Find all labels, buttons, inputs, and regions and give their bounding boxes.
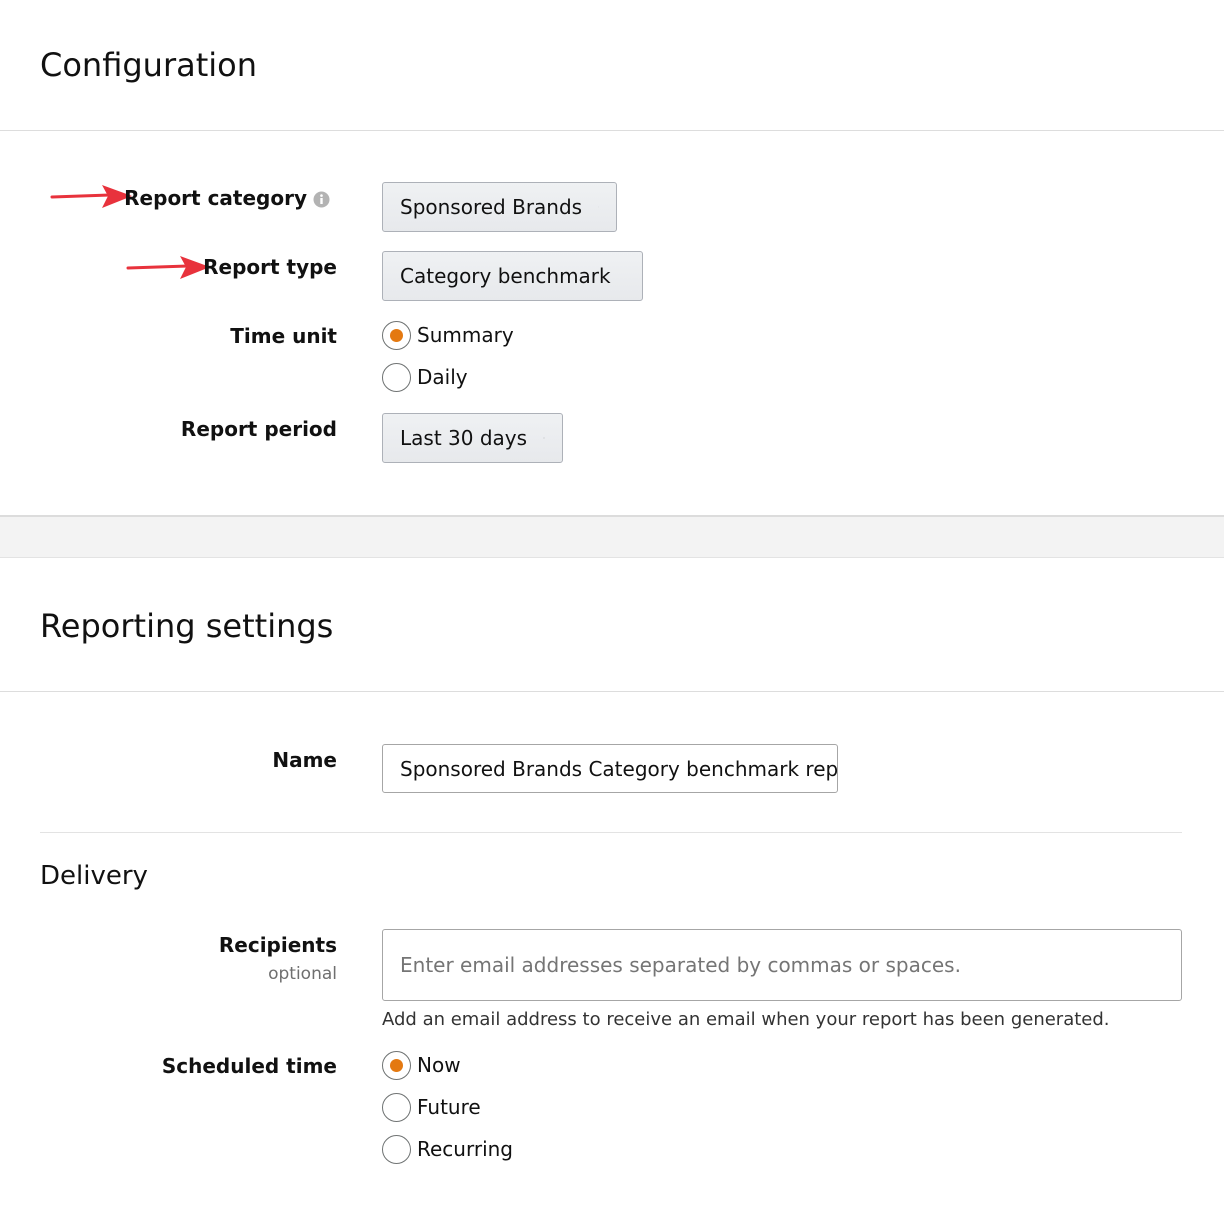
info-icon[interactable] [313,191,330,208]
report-period-dropdown[interactable]: Last 30 days [382,413,563,463]
chevron-down-icon [543,437,545,439]
time-unit-daily-radio[interactable]: Daily [382,362,468,392]
radio-button[interactable] [382,1050,411,1080]
annotation-arrow-icon [50,185,132,208]
name-value: Sponsored Brands Category benchmark repo [400,756,838,781]
radio-label: Recurring [417,1137,513,1161]
name-label: Name [272,748,337,772]
name-input[interactable]: Sponsored Brands Category benchmark repo [382,744,838,793]
section-separator [0,515,1224,558]
radio-button[interactable] [382,1092,411,1122]
scheduled-time-future-radio[interactable]: Future [382,1092,481,1122]
radio-button[interactable] [382,1134,411,1164]
report-category-label: Report category [124,186,307,210]
time-unit-label: Time unit [230,324,337,348]
recipients-help-text: Add an email address to receive an email… [382,1009,1110,1030]
scheduled-time-label: Scheduled time [161,1054,337,1078]
report-period-label: Report period [180,417,337,441]
report-type-value: Category benchmark [400,264,611,288]
annotation-arrow-icon [126,256,210,279]
recipients-optional-label: optional [268,964,337,984]
delivery-title: Delivery [40,861,148,891]
radio-label: Summary [417,323,514,347]
recipients-placeholder: Enter email addresses separated by comma… [400,953,961,977]
divider [0,130,1224,131]
scheduled-time-now-radio[interactable]: Now [382,1050,461,1080]
report-period-value: Last 30 days [400,426,528,450]
recipients-input[interactable]: Enter email addresses separated by comma… [382,929,1182,1001]
radio-button[interactable] [382,362,411,392]
radio-button[interactable] [382,320,411,350]
configuration-title: Configuration [40,46,258,84]
report-category-dropdown[interactable]: Sponsored Brands [382,182,617,232]
divider [0,691,1224,692]
report-category-value: Sponsored Brands [400,195,583,219]
report-type-dropdown[interactable]: Category benchmark [382,251,643,301]
recipients-label: Recipients [218,933,337,957]
time-unit-summary-radio[interactable]: Summary [382,320,514,350]
divider [40,832,1182,833]
report-type-label: Report type [203,255,337,279]
scheduled-time-recurring-radio[interactable]: Recurring [382,1134,513,1164]
chevron-down-icon [598,206,599,208]
radio-label: Daily [417,365,468,389]
radio-label: Future [417,1095,481,1119]
reporting-settings-title: Reporting settings [40,607,334,645]
radio-label: Now [417,1053,461,1077]
